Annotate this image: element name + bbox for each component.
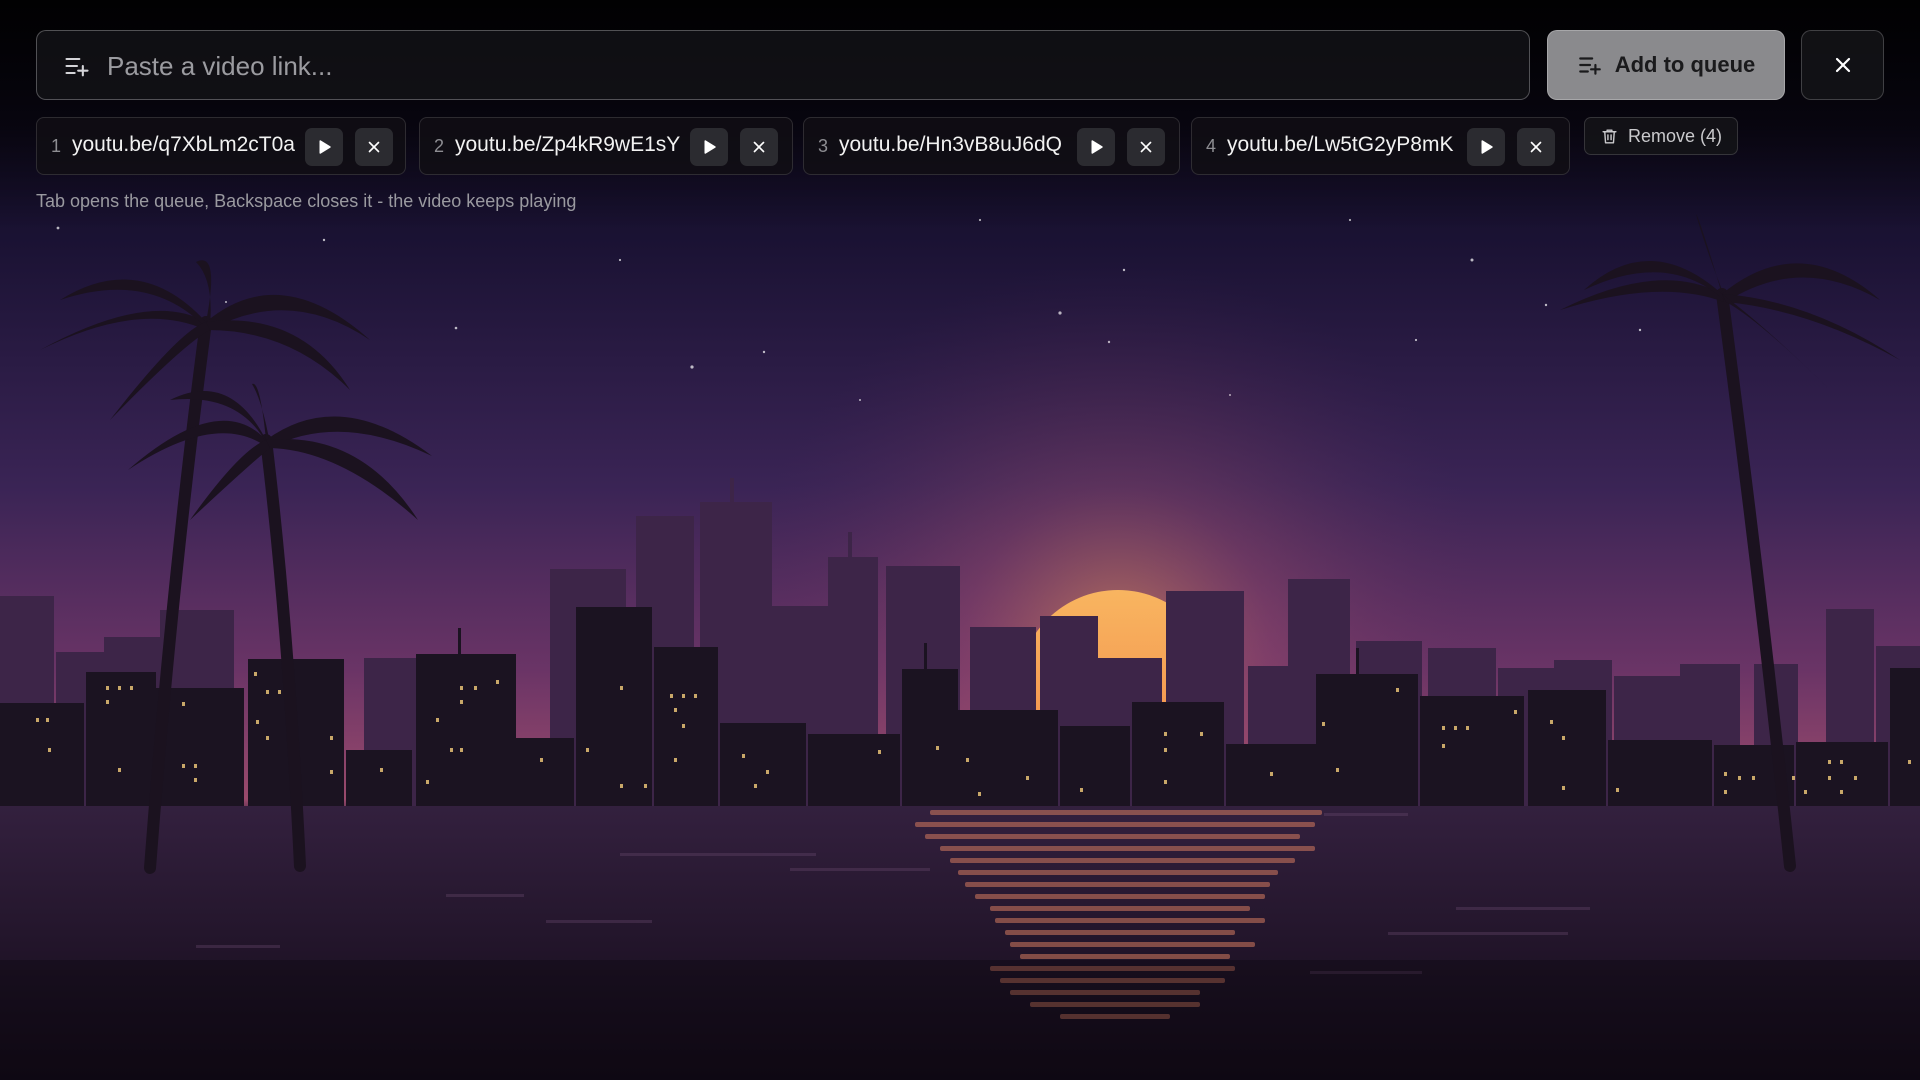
close-icon (1835, 57, 1850, 73)
play-icon (1481, 140, 1493, 154)
remove-all-button[interactable]: Remove (4) (1584, 117, 1738, 155)
queue-item: 2 youtu.be/Zp4kR9wE1sY (419, 117, 793, 175)
close-button[interactable] (1801, 30, 1884, 100)
queue-item-link[interactable]: youtu.be/Zp4kR9wE1sY (455, 133, 680, 157)
close-icon (368, 141, 380, 153)
trash-icon (1602, 128, 1617, 144)
play-button[interactable] (1077, 128, 1115, 166)
queue-item-index: 2 (434, 136, 445, 156)
app-stage: Add to queue 1 youtu.be/q7XbLm2cT0a 2 yo… (0, 0, 1920, 1080)
queue-item: 1 youtu.be/q7XbLm2cT0a (36, 117, 406, 175)
queue-item-index: 1 (51, 136, 62, 156)
add-to-queue-label: Add to queue (1614, 52, 1756, 77)
video-queue: 1 youtu.be/q7XbLm2cT0a 2 youtu.be/Zp4kR9… (36, 117, 1884, 175)
queue-item-link[interactable]: youtu.be/Hn3vB8uJ6dQ (839, 133, 1062, 157)
play-icon (319, 140, 331, 154)
queue-item: 4 youtu.be/Lw5tG2yP8mK (1191, 117, 1570, 175)
video-link-input[interactable] (105, 31, 1509, 101)
queue-item-index: 4 (1206, 136, 1217, 156)
play-icon (1091, 140, 1103, 154)
link-toolbar: Add to queue (36, 30, 1884, 102)
keyboard-hint: Tab opens the queue, Backspace closes it… (36, 191, 577, 211)
play-button[interactable] (305, 128, 343, 166)
play-button[interactable] (690, 128, 728, 166)
close-icon (753, 141, 765, 153)
play-button[interactable] (1467, 128, 1505, 166)
url-bar[interactable] (36, 30, 1530, 101)
remove-item-button[interactable] (1127, 128, 1165, 166)
playlist-add-icon (65, 57, 89, 77)
playlist-add-icon (1578, 57, 1601, 75)
add-to-queue-button[interactable]: Add to queue (1547, 30, 1785, 100)
queue-item-link[interactable]: youtu.be/q7XbLm2cT0a (72, 133, 295, 157)
remove-item-button[interactable] (355, 128, 393, 166)
close-icon (1530, 141, 1542, 153)
queue-item-index: 3 (818, 136, 829, 156)
remove-item-button[interactable] (740, 128, 778, 166)
play-icon (704, 140, 716, 154)
queue-item-link[interactable]: youtu.be/Lw5tG2yP8mK (1227, 133, 1453, 157)
remove-item-button[interactable] (1517, 128, 1555, 166)
queue-item: 3 youtu.be/Hn3vB8uJ6dQ (803, 117, 1180, 175)
close-icon (1140, 141, 1152, 153)
remove-all-label: Remove (4) (1627, 125, 1723, 146)
